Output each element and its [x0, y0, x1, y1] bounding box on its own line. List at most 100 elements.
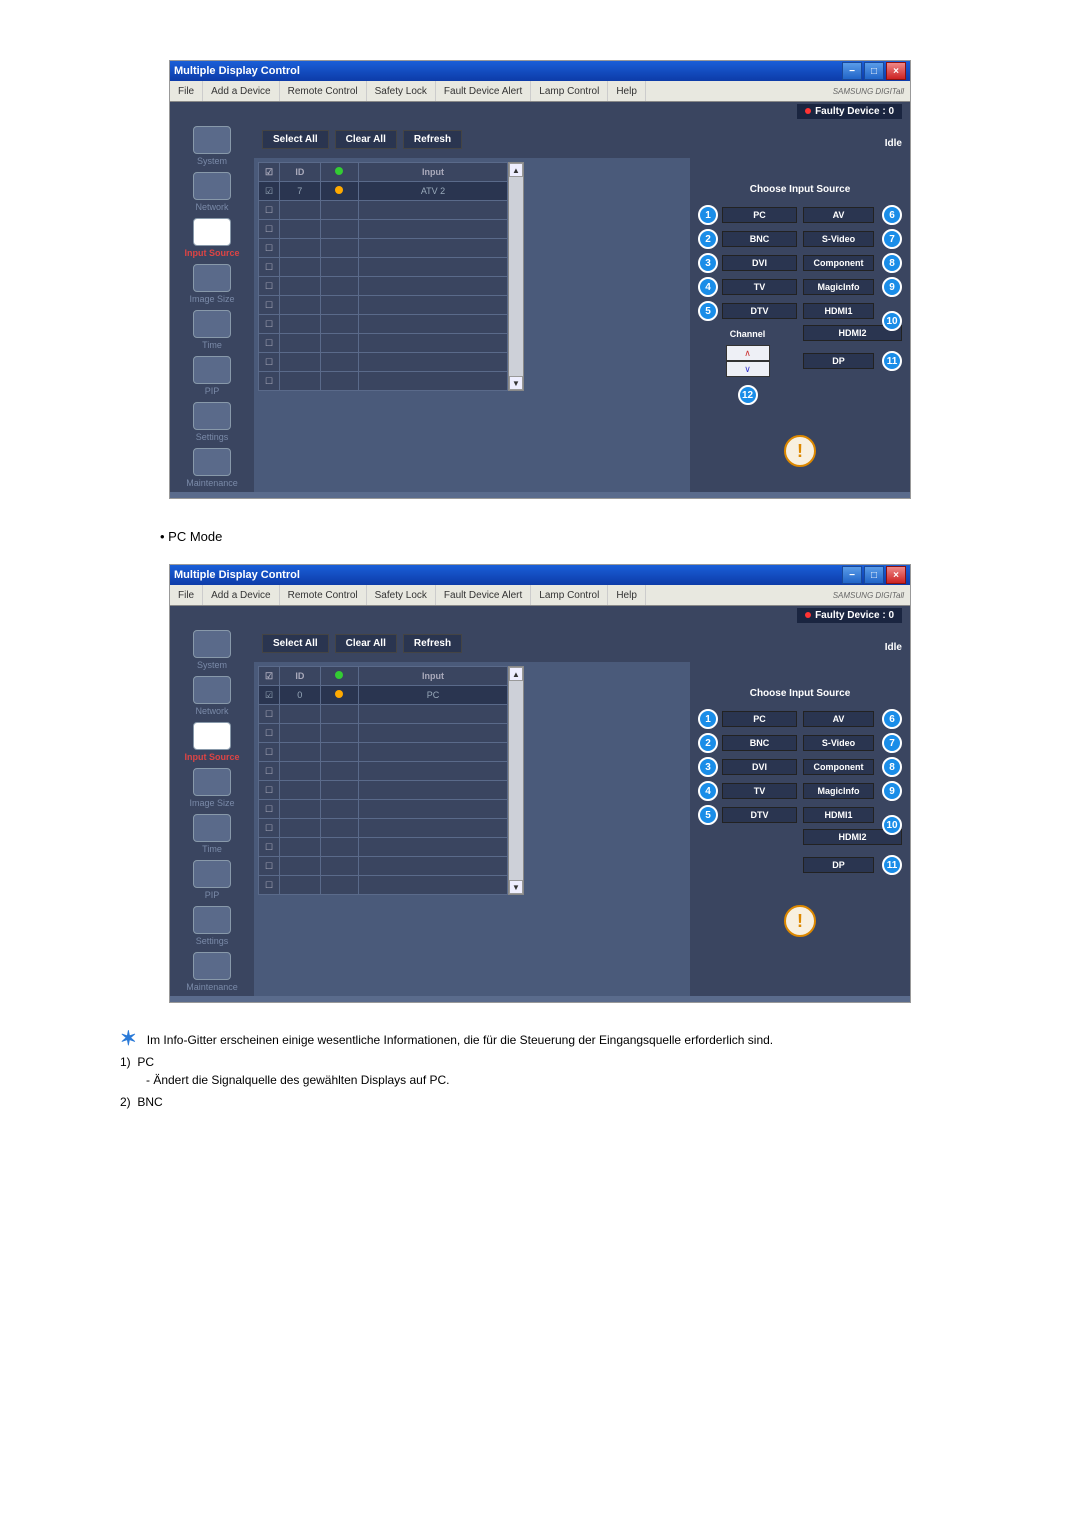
- grid-checkbox-header[interactable]: ☑: [259, 163, 280, 182]
- sidebar-item-system[interactable]: System: [170, 124, 254, 168]
- select-all-button[interactable]: Select All: [262, 130, 329, 149]
- grid-row-selected[interactable]: ☑ 0 PC: [259, 686, 508, 705]
- scroll-up-icon[interactable]: ▲: [509, 667, 523, 681]
- menu-remote[interactable]: Remote Control: [280, 81, 367, 101]
- menu-add-device[interactable]: Add a Device: [203, 81, 279, 101]
- src-bnc[interactable]: BNC: [722, 735, 797, 751]
- scroll-down-icon[interactable]: ▼: [509, 880, 523, 894]
- src-av[interactable]: AV: [803, 207, 874, 223]
- sidebar-item-pip[interactable]: PIP: [170, 858, 254, 902]
- sidebar-item-image-size[interactable]: Image Size: [170, 766, 254, 810]
- src-dtv[interactable]: DTV: [722, 303, 797, 319]
- maximize-button[interactable]: □: [864, 566, 884, 584]
- menu-remote[interactable]: Remote Control: [280, 585, 367, 605]
- sidebar-item-maintenance[interactable]: Maintenance: [170, 446, 254, 490]
- src-dp[interactable]: DP: [803, 857, 874, 873]
- maximize-button[interactable]: □: [864, 62, 884, 80]
- sidebar-item-input-source[interactable]: Input Source: [170, 216, 254, 260]
- src-hdmi1[interactable]: HDMI1: [803, 303, 874, 319]
- src-dvi[interactable]: DVI: [722, 759, 797, 775]
- grid-row[interactable]: ☐: [259, 705, 508, 724]
- grid-row[interactable]: ☐: [259, 201, 508, 220]
- grid-row[interactable]: ☐: [259, 876, 508, 895]
- sidebar-item-image-size[interactable]: Image Size: [170, 262, 254, 306]
- src-component[interactable]: Component: [803, 255, 874, 271]
- menu-safety[interactable]: Safety Lock: [367, 585, 436, 605]
- menu-lamp[interactable]: Lamp Control: [531, 585, 608, 605]
- menu-fault[interactable]: Fault Device Alert: [436, 81, 531, 101]
- window-title: Multiple Display Control: [174, 65, 300, 77]
- grid-row[interactable]: ☐: [259, 743, 508, 762]
- src-magicinfo[interactable]: MagicInfo: [803, 783, 874, 799]
- menu-fault[interactable]: Fault Device Alert: [436, 585, 531, 605]
- sidebar-item-maintenance[interactable]: Maintenance: [170, 950, 254, 994]
- clear-all-button[interactable]: Clear All: [335, 130, 397, 149]
- grid-row[interactable]: ☐: [259, 800, 508, 819]
- menu-file[interactable]: File: [170, 585, 203, 605]
- sidebar: System Network Input Source Image Size T…: [170, 120, 254, 492]
- grid-row-selected[interactable]: ☑ 7 ATV 2: [259, 182, 508, 201]
- src-dtv[interactable]: DTV: [722, 807, 797, 823]
- refresh-button[interactable]: Refresh: [403, 634, 462, 653]
- channel-down-button[interactable]: ∨: [726, 361, 770, 377]
- grid-checkbox-header[interactable]: ☑: [259, 667, 280, 686]
- grid-scrollbar[interactable]: ▲ ▼: [508, 666, 524, 895]
- menu-add-device[interactable]: Add a Device: [203, 585, 279, 605]
- grid-row[interactable]: ☐: [259, 372, 508, 391]
- src-svideo[interactable]: S-Video: [803, 735, 874, 751]
- grid-status-header: [320, 667, 358, 686]
- refresh-button[interactable]: Refresh: [403, 130, 462, 149]
- grid-row[interactable]: ☐: [259, 781, 508, 800]
- scroll-up-icon[interactable]: ▲: [509, 163, 523, 177]
- grid-row[interactable]: ☐: [259, 277, 508, 296]
- sidebar-item-network[interactable]: Network: [170, 170, 254, 214]
- grid-row[interactable]: ☐: [259, 258, 508, 277]
- src-pc[interactable]: PC: [722, 711, 797, 727]
- clear-all-button[interactable]: Clear All: [335, 634, 397, 653]
- sidebar-item-pip[interactable]: PIP: [170, 354, 254, 398]
- sidebar-item-system[interactable]: System: [170, 628, 254, 672]
- grid-row[interactable]: ☐: [259, 220, 508, 239]
- grid-row[interactable]: ☐: [259, 838, 508, 857]
- menu-lamp[interactable]: Lamp Control: [531, 81, 608, 101]
- minimize-button[interactable]: −: [842, 566, 862, 584]
- minimize-button[interactable]: −: [842, 62, 862, 80]
- grid-row[interactable]: ☐: [259, 857, 508, 876]
- grid-scrollbar[interactable]: ▲ ▼: [508, 162, 524, 391]
- scroll-down-icon[interactable]: ▼: [509, 376, 523, 390]
- menu-help[interactable]: Help: [608, 585, 646, 605]
- grid-row[interactable]: ☐: [259, 315, 508, 334]
- grid-row[interactable]: ☐: [259, 353, 508, 372]
- close-button[interactable]: ×: [886, 566, 906, 584]
- src-tv[interactable]: TV: [722, 279, 797, 295]
- grid-row[interactable]: ☐: [259, 334, 508, 353]
- src-av[interactable]: AV: [803, 711, 874, 727]
- star-icon: ✶: [120, 1033, 137, 1045]
- channel-up-button[interactable]: ∧: [726, 345, 770, 361]
- src-svideo[interactable]: S-Video: [803, 231, 874, 247]
- select-all-button[interactable]: Select All: [262, 634, 329, 653]
- grid-row[interactable]: ☐: [259, 724, 508, 743]
- sidebar-item-settings[interactable]: Settings: [170, 400, 254, 444]
- src-hdmi1[interactable]: HDMI1: [803, 807, 874, 823]
- menu-file[interactable]: File: [170, 81, 203, 101]
- sidebar-item-time[interactable]: Time: [170, 812, 254, 856]
- src-dp[interactable]: DP: [803, 353, 874, 369]
- src-pc[interactable]: PC: [722, 207, 797, 223]
- sidebar-item-settings[interactable]: Settings: [170, 904, 254, 948]
- close-button[interactable]: ×: [886, 62, 906, 80]
- src-tv[interactable]: TV: [722, 783, 797, 799]
- sidebar-item-time[interactable]: Time: [170, 308, 254, 352]
- sidebar-item-input-source[interactable]: Input Source: [170, 720, 254, 764]
- src-component[interactable]: Component: [803, 759, 874, 775]
- src-dvi[interactable]: DVI: [722, 255, 797, 271]
- sidebar-item-network[interactable]: Network: [170, 674, 254, 718]
- grid-row[interactable]: ☐: [259, 819, 508, 838]
- menu-help[interactable]: Help: [608, 81, 646, 101]
- src-magicinfo[interactable]: MagicInfo: [803, 279, 874, 295]
- menu-safety[interactable]: Safety Lock: [367, 81, 436, 101]
- grid-row[interactable]: ☐: [259, 762, 508, 781]
- grid-row[interactable]: ☐: [259, 239, 508, 258]
- grid-row[interactable]: ☐: [259, 296, 508, 315]
- src-bnc[interactable]: BNC: [722, 231, 797, 247]
